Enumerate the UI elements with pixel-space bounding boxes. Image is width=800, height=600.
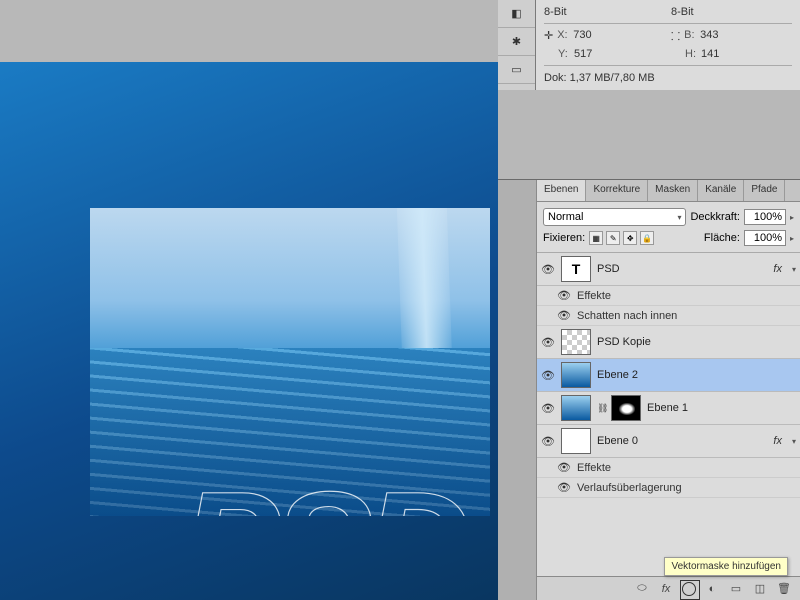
adjustment-layer-icon[interactable]: ◐ — [704, 581, 720, 597]
lock-pixels-icon[interactable]: ✎ — [606, 231, 620, 245]
panel-gap — [498, 90, 800, 180]
new-layer-icon[interactable]: ◫ — [752, 581, 768, 597]
fx-indicator[interactable]: fx — [773, 435, 786, 447]
blend-mode-value: Normal — [548, 211, 583, 223]
effects-row[interactable]: 👁 Effekte — [537, 286, 800, 306]
text-layer-thumb[interactable]: T — [561, 256, 591, 282]
inner-shadow-row[interactable]: 👁 Schatten nach innen — [537, 306, 800, 326]
bit-depth-1: 8-Bit — [544, 6, 567, 18]
layer-psd[interactable]: 👁 T PSD fx ▾ — [537, 253, 800, 286]
layer-thumb[interactable] — [561, 428, 591, 454]
fx-indicator[interactable]: fx — [773, 263, 786, 275]
blend-mode-select[interactable]: Normal ▾ — [543, 208, 686, 226]
b-value: 343 — [700, 29, 718, 44]
tool-icon-1[interactable]: ◧ — [498, 0, 535, 28]
opacity-label: Deckkraft: — [690, 211, 740, 223]
layer-thumb[interactable] — [561, 329, 591, 355]
layer-thumb[interactable] — [561, 362, 591, 388]
b-label: B: — [684, 29, 696, 44]
canvas-document-bg: PSD — [0, 62, 498, 600]
fill-stepper-icon[interactable]: ▸ — [790, 234, 794, 243]
link-icon[interactable]: ⛓ — [597, 403, 605, 414]
layers-panel: Ebenen Korrekture Masken Kanäle Pfade No… — [536, 180, 800, 600]
gradient-overlay-row[interactable]: 👁 Verlaufsüberlagerung — [537, 478, 800, 498]
visibility-icon[interactable]: 👁 — [541, 263, 555, 276]
tab-paths[interactable]: Pfade — [744, 180, 785, 201]
opacity-input[interactable]: 100% — [744, 209, 786, 225]
tooltip: Vektormaske hinzufügen — [664, 557, 788, 576]
layer-ebene-1[interactable]: 👁 ⛓ Ebene 1 — [537, 392, 800, 425]
visibility-icon[interactable]: 👁 — [557, 289, 571, 302]
tab-adjustments[interactable]: Korrekture — [586, 180, 648, 201]
gradient-label: Verlaufsüberlagerung — [577, 482, 682, 494]
h-label: H: — [685, 48, 697, 60]
layer-psd-copy[interactable]: 👁 PSD Kopie — [537, 326, 800, 359]
visibility-icon[interactable]: 👁 — [557, 481, 571, 494]
add-mask-icon[interactable] — [682, 582, 696, 596]
layer-list: 👁 T PSD fx ▾ 👁 Effekte 👁 Schatten nach i… — [537, 253, 800, 576]
lock-label: Fixieren: — [543, 232, 585, 244]
fill-label: Fläche: — [704, 232, 740, 244]
dimension-icon: ⸬ — [671, 29, 680, 44]
group-icon[interactable]: ▭ — [728, 581, 744, 597]
y-value: 517 — [574, 48, 592, 60]
visibility-icon[interactable]: 👁 — [541, 369, 555, 382]
visibility-icon[interactable]: 👁 — [557, 309, 571, 322]
x-value: 730 — [573, 29, 591, 44]
panel-tabs: Ebenen Korrekture Masken Kanäle Pfade — [537, 180, 800, 202]
trash-icon[interactable]: 🗑 — [776, 581, 792, 597]
layer-label: Ebene 2 — [597, 369, 796, 381]
tool-options-strip: ◧ ✱ ▭ — [498, 0, 536, 90]
layer-controls: Normal ▾ Deckkraft: 100% ▸ Fixieren: ▦ ✎… — [537, 202, 800, 253]
visibility-icon[interactable]: 👁 — [541, 402, 555, 415]
h-value: 141 — [701, 48, 719, 60]
effects-label: Effekte — [577, 290, 611, 302]
layer-label: PSD — [597, 263, 767, 275]
layer-ebene-2[interactable]: 👁 Ebene 2 — [537, 359, 800, 392]
visibility-icon[interactable]: 👁 — [557, 461, 571, 474]
lock-position-icon[interactable]: ✥ — [623, 231, 637, 245]
layer-label: PSD Kopie — [597, 336, 796, 348]
tool-icon-compass[interactable]: ✱ — [498, 28, 535, 56]
fill-input[interactable]: 100% — [744, 230, 786, 246]
layer-label: Ebene 0 — [597, 435, 767, 447]
x-label: X: — [557, 29, 569, 44]
layers-footer: ⬭ fx ◐ ▭ ◫ 🗑 — [537, 576, 800, 600]
crosshair-icon: ✛ — [544, 29, 553, 44]
effects-row-2[interactable]: 👁 Effekte — [537, 458, 800, 478]
tool-icon-image[interactable]: ▭ — [498, 56, 535, 84]
document-image[interactable]: PSD — [90, 208, 490, 516]
fx-icon[interactable]: fx — [658, 581, 674, 597]
effects-label: Effekte — [577, 462, 611, 474]
visibility-icon[interactable]: 👁 — [541, 435, 555, 448]
link-layers-icon[interactable]: ⬭ — [634, 581, 650, 597]
fx-toggle-icon[interactable]: ▾ — [792, 265, 796, 274]
tab-channels[interactable]: Kanäle — [698, 180, 744, 201]
canvas-background: PSD — [0, 0, 498, 600]
psd-text-selection[interactable]: PSD — [180, 458, 490, 516]
doc-size: Dok: 1,37 MB/7,80 MB — [544, 69, 792, 87]
mask-thumb[interactable] — [611, 395, 641, 421]
chevron-down-icon: ▾ — [677, 213, 681, 222]
lock-all-icon[interactable]: 🔒 — [640, 231, 654, 245]
y-label: Y: — [558, 48, 570, 60]
tab-layers[interactable]: Ebenen — [537, 180, 586, 201]
tab-masks[interactable]: Masken — [648, 180, 698, 201]
layer-thumb[interactable] — [561, 395, 591, 421]
bit-depth-2: 8-Bit — [671, 6, 694, 18]
layer-ebene-0[interactable]: 👁 Ebene 0 fx ▾ — [537, 425, 800, 458]
visibility-icon[interactable]: 👁 — [541, 336, 555, 349]
layer-label: Ebene 1 — [647, 402, 796, 414]
fx-toggle-icon[interactable]: ▾ — [792, 437, 796, 446]
inner-shadow-label: Schatten nach innen — [577, 310, 677, 322]
opacity-stepper-icon[interactable]: ▸ — [790, 213, 794, 222]
lock-transparency-icon[interactable]: ▦ — [589, 231, 603, 245]
